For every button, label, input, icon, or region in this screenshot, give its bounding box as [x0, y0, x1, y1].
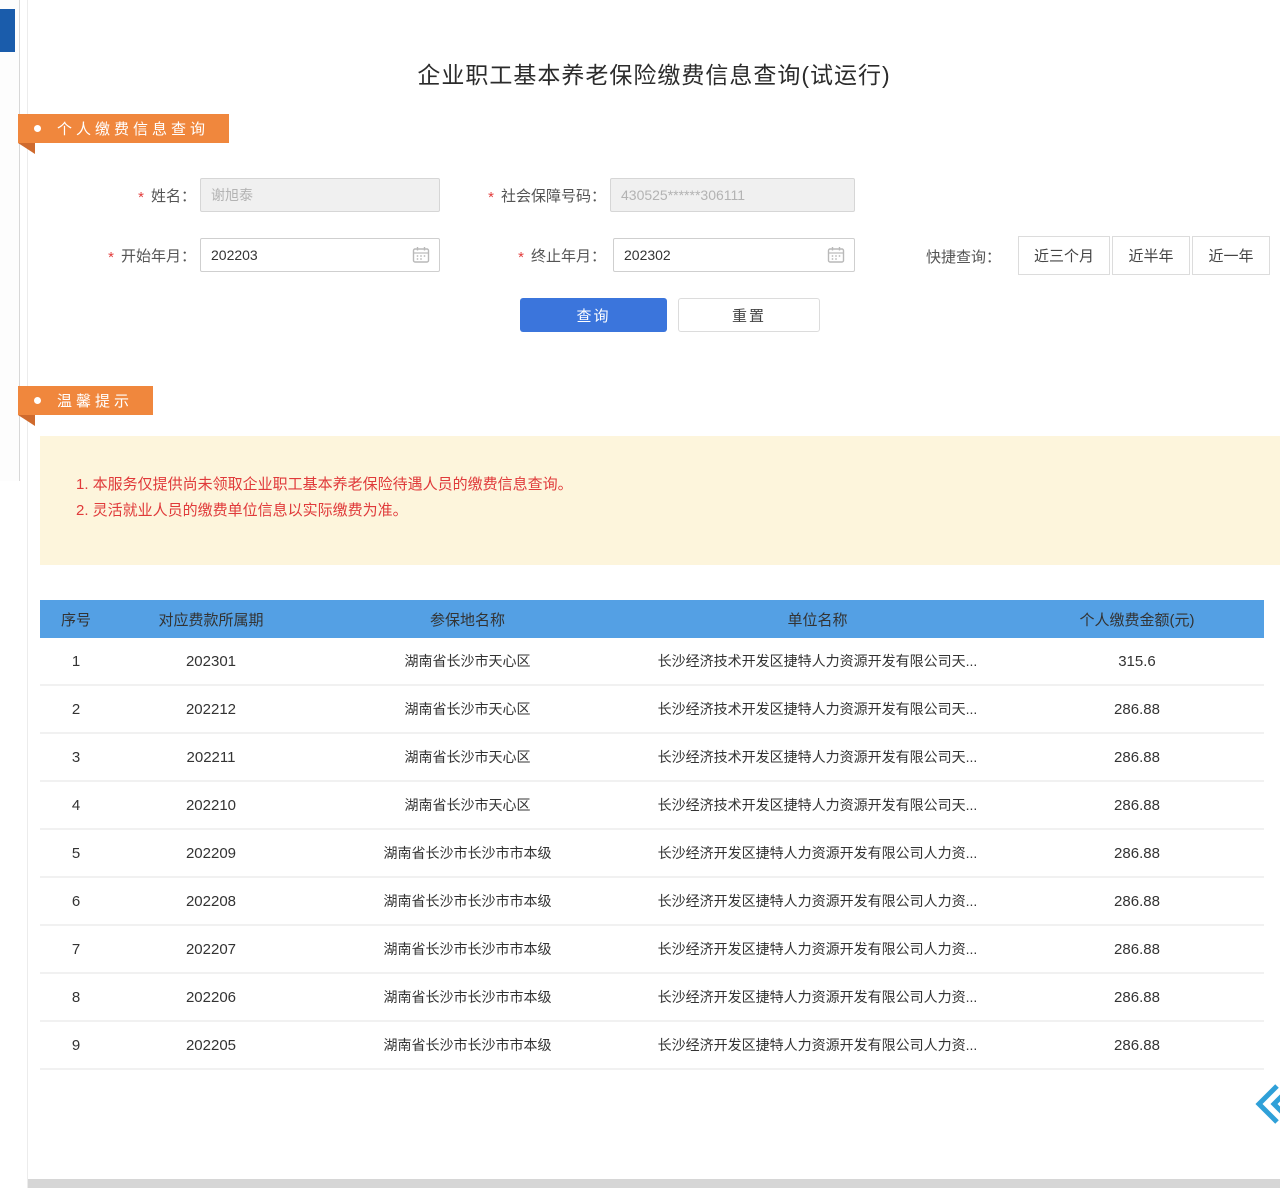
table-cell: 湖南省长沙市长沙市市本级: [310, 830, 625, 876]
end-month-input[interactable]: [613, 238, 855, 272]
table-cell: 202205: [112, 1022, 310, 1068]
table-cell: 长沙经济技术开发区捷特人力资源开发有限公司天...: [625, 734, 1010, 780]
table-header-cell: 单位名称: [625, 600, 1010, 638]
quick-option-button[interactable]: 近一年: [1192, 236, 1270, 275]
table-cell: 286.88: [1010, 926, 1264, 972]
table-header-cell: 序号: [40, 600, 112, 638]
section-badge-label: 个人缴费信息查询: [57, 118, 209, 139]
table-cell: 286.88: [1010, 734, 1264, 780]
bullet-dot-icon: [34, 125, 41, 132]
table-cell: 长沙经济技术开发区捷特人力资源开发有限公司天...: [625, 638, 1010, 684]
notice-lines: 1. 本服务仅提供尚未领取企业职工基本养老保险待遇人员的缴费信息查询。2. 灵活…: [40, 436, 1280, 524]
quick-query-group: 近三个月近半年近一年: [1018, 236, 1270, 275]
table-cell: 202212: [112, 686, 310, 732]
table-row: 6202208湖南省长沙市长沙市市本级长沙经济开发区捷特人力资源开发有限公司人力…: [40, 878, 1264, 926]
table-cell: 8: [40, 974, 112, 1020]
reset-button[interactable]: 重置: [678, 298, 820, 332]
table-header-cell: 对应费款所属期: [112, 600, 310, 638]
payment-table: 序号对应费款所属期参保地名称单位名称个人缴费金额(元) 1202301湖南省长沙…: [40, 600, 1264, 1070]
table-cell: 202209: [112, 830, 310, 876]
required-asterisk: *: [518, 249, 524, 266]
table-row: 7202207湖南省长沙市长沙市市本级长沙经济开发区捷特人力资源开发有限公司人力…: [40, 926, 1264, 974]
ssn-input: [610, 178, 855, 212]
table-cell: 4: [40, 782, 112, 828]
double-chevron-left-icon[interactable]: [1250, 1080, 1280, 1128]
table-cell: 286.88: [1010, 974, 1264, 1020]
table-cell: 202301: [112, 638, 310, 684]
table-cell: 长沙经济技术开发区捷特人力资源开发有限公司天...: [625, 686, 1010, 732]
required-asterisk: *: [138, 189, 144, 206]
table-row: 3202211湖南省长沙市天心区长沙经济技术开发区捷特人力资源开发有限公司天..…: [40, 734, 1264, 782]
table-cell: 湖南省长沙市长沙市市本级: [310, 974, 625, 1020]
start-month-label: * 开始年月：: [82, 238, 196, 272]
table-cell: 2: [40, 686, 112, 732]
table-cell: 286.88: [1010, 830, 1264, 876]
table-row: 1202301湖南省长沙市天心区长沙经济技术开发区捷特人力资源开发有限公司天..…: [40, 638, 1264, 686]
table-cell: 9: [40, 1022, 112, 1068]
table-row: 8202206湖南省长沙市长沙市市本级长沙经济开发区捷特人力资源开发有限公司人力…: [40, 974, 1264, 1022]
table-cell: 长沙经济技术开发区捷特人力资源开发有限公司天...: [625, 782, 1010, 828]
table-cell: 湖南省长沙市长沙市市本级: [310, 926, 625, 972]
table-cell: 湖南省长沙市长沙市市本级: [310, 1022, 625, 1068]
table-cell: 湖南省长沙市天心区: [310, 734, 625, 780]
collapsed-sidebar-strip: [0, 0, 20, 481]
table-body: 1202301湖南省长沙市天心区长沙经济技术开发区捷特人力资源开发有限公司天..…: [40, 638, 1264, 1070]
calendar-icon[interactable]: [412, 246, 430, 264]
table-cell: 7: [40, 926, 112, 972]
table-row: 2202212湖南省长沙市天心区长沙经济技术开发区捷特人力资源开发有限公司天..…: [40, 686, 1264, 734]
section-badge-personal-query: 个人缴费信息查询: [18, 114, 229, 143]
query-button[interactable]: 查询: [520, 298, 667, 332]
table-cell: 202211: [112, 734, 310, 780]
table-cell: 6: [40, 878, 112, 924]
end-month-label: * 终止年月：: [496, 238, 606, 272]
table-cell: 286.88: [1010, 782, 1264, 828]
sidebar-active-item-sliver[interactable]: [0, 9, 15, 52]
table-cell: 湖南省长沙市天心区: [310, 782, 625, 828]
table-cell: 长沙经济开发区捷特人力资源开发有限公司人力资...: [625, 926, 1010, 972]
table-row: 5202209湖南省长沙市长沙市市本级长沙经济开发区捷特人力资源开发有限公司人力…: [40, 830, 1264, 878]
table-cell: 202206: [112, 974, 310, 1020]
section-badge-tips: 温馨提示: [18, 386, 153, 415]
ssn-label: * 社会保障号码：: [458, 178, 606, 212]
required-asterisk: *: [488, 189, 494, 206]
table-cell: 286.88: [1010, 878, 1264, 924]
quick-option-button[interactable]: 近三个月: [1018, 236, 1110, 275]
table-row: 4202210湖南省长沙市天心区长沙经济技术开发区捷特人力资源开发有限公司天..…: [40, 782, 1264, 830]
table-cell: 286.88: [1010, 686, 1264, 732]
table-cell: 湖南省长沙市长沙市市本级: [310, 878, 625, 924]
bottom-scrollbar-track[interactable]: [28, 1179, 1280, 1188]
start-month-input[interactable]: [200, 238, 440, 272]
table-row: 9202205湖南省长沙市长沙市市本级长沙经济开发区捷特人力资源开发有限公司人力…: [40, 1022, 1264, 1070]
table-cell: 315.6: [1010, 638, 1264, 684]
table-cell: 长沙经济开发区捷特人力资源开发有限公司人力资...: [625, 830, 1010, 876]
table-cell: 1: [40, 638, 112, 684]
table-header-row: 序号对应费款所属期参保地名称单位名称个人缴费金额(元): [40, 600, 1264, 638]
name-input: [200, 178, 440, 212]
table-cell: 湖南省长沙市天心区: [310, 686, 625, 732]
table-cell: 202207: [112, 926, 310, 972]
bullet-dot-icon: [34, 397, 41, 404]
table-cell: 3: [40, 734, 112, 780]
table-cell: 202208: [112, 878, 310, 924]
table-header-cell: 参保地名称: [310, 600, 625, 638]
table-cell: 5: [40, 830, 112, 876]
quick-query-label: 快捷查询：: [926, 237, 1012, 275]
notice-line: 2. 灵活就业人员的缴费单位信息以实际缴费为准。: [76, 498, 1280, 524]
table-cell: 长沙经济开发区捷特人力资源开发有限公司人力资...: [625, 974, 1010, 1020]
table-cell: 286.88: [1010, 1022, 1264, 1068]
notice-line: 1. 本服务仅提供尚未领取企业职工基本养老保险待遇人员的缴费信息查询。: [76, 472, 1280, 498]
notice-box: 1. 本服务仅提供尚未领取企业职工基本养老保险待遇人员的缴费信息查询。2. 灵活…: [40, 436, 1280, 565]
section-badge-label: 温馨提示: [57, 390, 133, 411]
quick-option-button[interactable]: 近半年: [1112, 236, 1190, 275]
page-title: 企业职工基本养老保险缴费信息查询(试运行): [28, 56, 1280, 90]
table-cell: 202210: [112, 782, 310, 828]
calendar-icon[interactable]: [827, 246, 845, 264]
table-cell: 湖南省长沙市天心区: [310, 638, 625, 684]
table-cell: 长沙经济开发区捷特人力资源开发有限公司人力资...: [625, 1022, 1010, 1068]
required-asterisk: *: [108, 249, 114, 266]
name-label: * 姓名：: [90, 178, 196, 212]
table-header-cell: 个人缴费金额(元): [1010, 600, 1264, 638]
table-cell: 长沙经济开发区捷特人力资源开发有限公司人力资...: [625, 878, 1010, 924]
